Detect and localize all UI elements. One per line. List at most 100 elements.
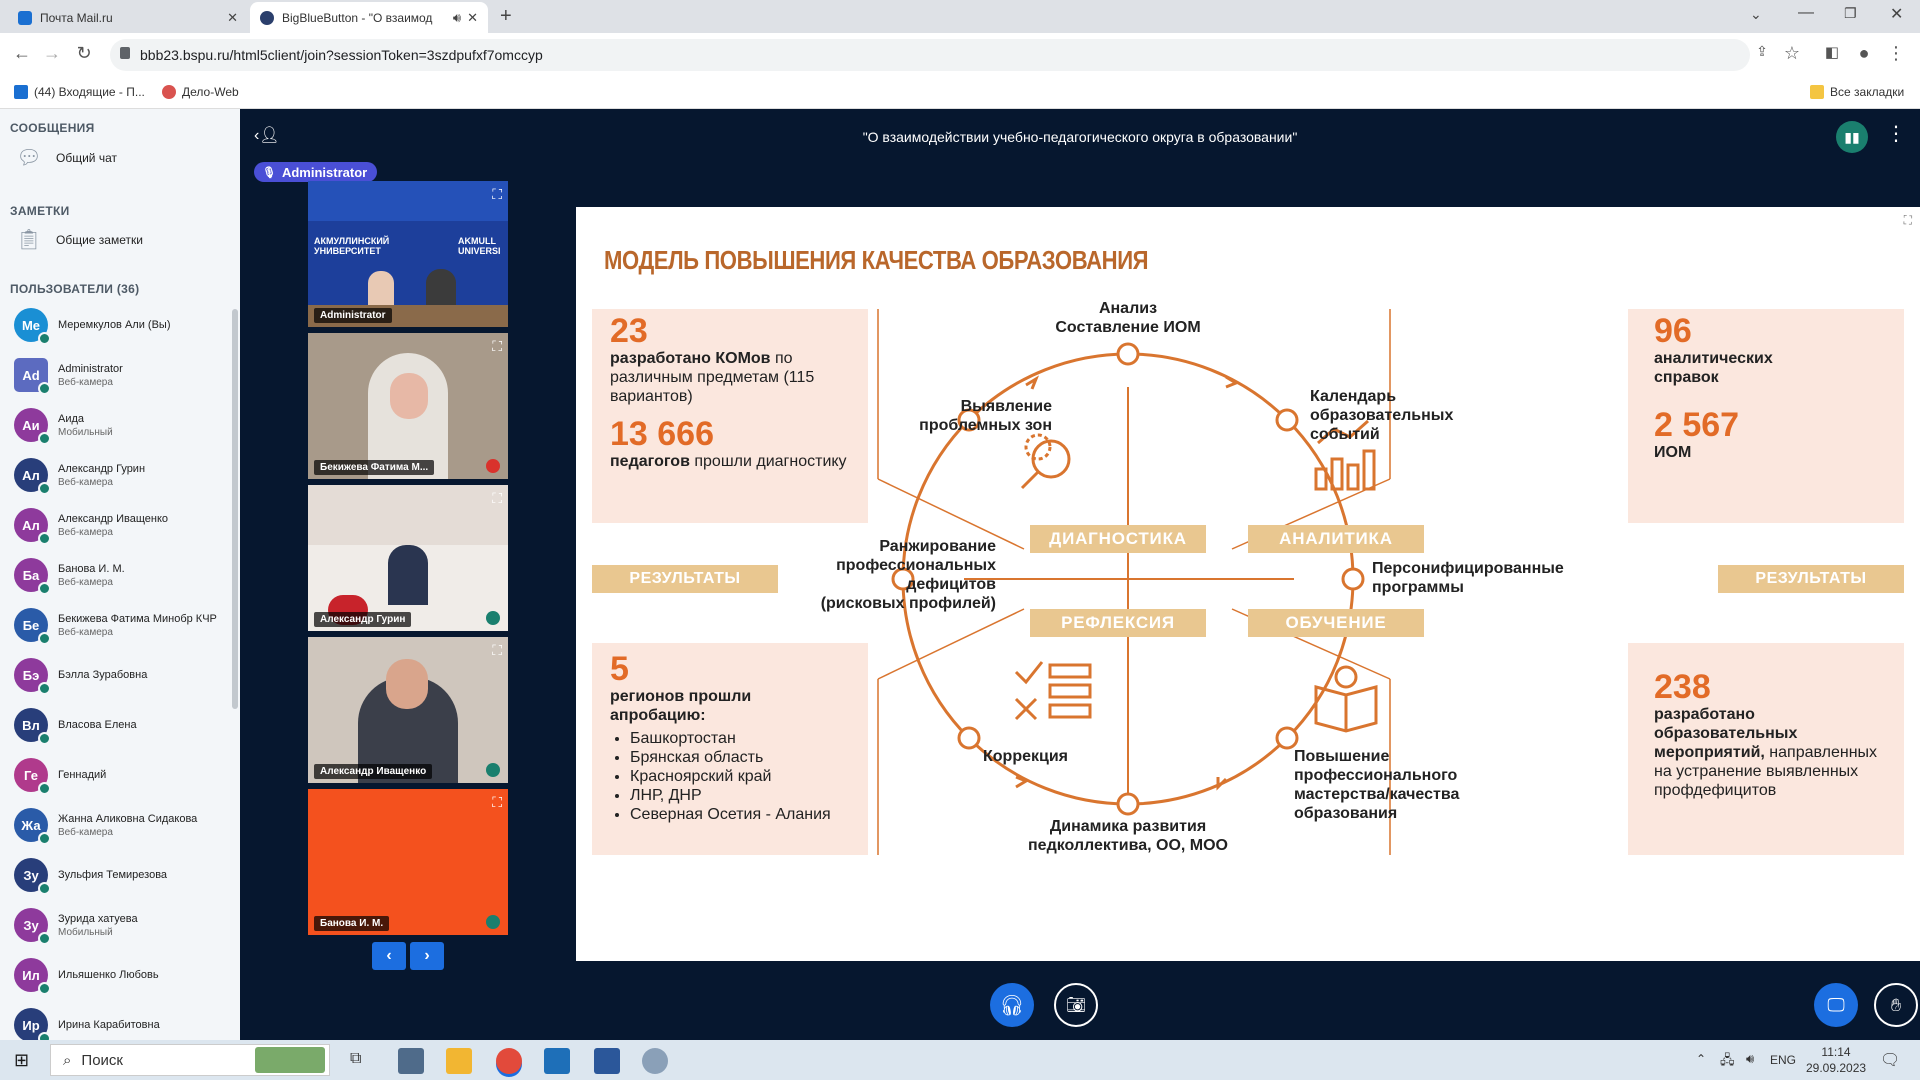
panel-right-bottom: 238 разработано образовательных мероприя… — [1628, 643, 1904, 855]
user-list-item[interactable]: Ал Александр Иващенко Веб-камера — [14, 503, 229, 547]
new-tab-button[interactable]: + — [500, 5, 512, 28]
language-indicator[interactable]: ENG — [1770, 1053, 1796, 1067]
window-close-icon[interactable]: ✕ — [1890, 4, 1903, 24]
network-icon[interactable]: 🖧 — [1720, 1051, 1735, 1073]
user-list-item[interactable]: Ил Ильяшенко Любовь — [14, 953, 229, 997]
outlook-icon[interactable] — [544, 1048, 570, 1074]
bookmark-delo-web[interactable]: Дело-Web — [162, 85, 239, 99]
user-list-item[interactable]: Бе Бекижева Фатима Минобр КЧР Веб-камера — [14, 603, 229, 647]
sidebar-scrollbar[interactable] — [232, 309, 238, 709]
raise-hand-button[interactable]: ✋︎ — [1874, 983, 1918, 1027]
user-list-item[interactable]: Бэ Бэлла Зурабовна — [14, 653, 229, 697]
share-icon[interactable]: ⇪ — [1750, 43, 1774, 60]
user-list-item[interactable]: Ad Administrator Веб-камера — [14, 353, 229, 397]
panel-right-top: 96 аналитических справок 2 567 ИОМ — [1628, 309, 1904, 523]
tab-bigbluebutton[interactable]: BigBlueButton - "О взаимод 🔊︎ ✕ — [250, 2, 488, 33]
prev-page-button[interactable]: ‹ — [372, 942, 406, 970]
person-figure — [388, 545, 428, 605]
user-list-item[interactable]: Ге Геннадий — [14, 753, 229, 797]
close-icon[interactable]: ✕ — [467, 10, 478, 26]
paint-icon[interactable] — [642, 1048, 668, 1074]
checklist-line-icon — [1048, 683, 1092, 699]
connection-status-icon[interactable]: ▮▮ — [1836, 121, 1868, 153]
video-label[interactable]: Банова И. М. — [314, 916, 390, 931]
word-icon[interactable] — [594, 1048, 620, 1074]
forward-icon[interactable]: → — [40, 43, 64, 64]
chrome-icon[interactable] — [496, 1048, 522, 1074]
notification-icon[interactable]: 🗨︎ — [1880, 1050, 1900, 1070]
taskbar-search[interactable]: ⌕ Поиск — [50, 1044, 330, 1076]
video-tile-gurin[interactable]: ⛶ Александр Гурин — [308, 485, 508, 631]
region-item: Башкортостан — [630, 729, 850, 748]
audio-button[interactable]: 🎧︎ — [990, 983, 1034, 1027]
windows-start-icon[interactable]: ⊞ — [14, 1050, 29, 1071]
user-list-item[interactable]: Зу Зульфия Темирезова — [14, 853, 229, 897]
options-menu-icon[interactable]: ⋮ — [1886, 121, 1906, 146]
expand-icon[interactable]: ⛶ — [492, 186, 502, 203]
chevron-down-icon[interactable]: ⌄ — [1750, 6, 1762, 23]
profile-icon[interactable]: ● — [1852, 43, 1876, 64]
user-name: Ильяшенко Любовь — [58, 969, 159, 981]
user-list-item[interactable]: Аи Аида Мобильный — [14, 403, 229, 447]
expand-icon[interactable]: ⛶ — [492, 794, 502, 811]
sidepanel-icon[interactable]: ◧ — [1820, 43, 1844, 61]
speaker-icon[interactable]: 🔊︎ — [453, 10, 461, 26]
user-name: Аида — [58, 412, 85, 425]
video-tile-administrator[interactable]: АКМУЛЛИНСКИЙ УНИВЕРСИТЕТ AKMULL UNIVERSI… — [308, 181, 508, 327]
expand-icon[interactable]: ⛶ — [492, 338, 502, 355]
user-list-item[interactable]: Вл Власова Елена — [14, 703, 229, 747]
status-indicator-icon — [38, 882, 51, 895]
user-list-item[interactable]: Ир Ирина Карабитовна — [14, 1003, 229, 1040]
status-indicator-icon — [38, 582, 51, 595]
close-icon[interactable]: ✕ — [227, 10, 238, 26]
search-highlight-image — [255, 1047, 325, 1073]
bar-icon — [1330, 457, 1344, 491]
star-icon[interactable]: ☆ — [1780, 43, 1804, 64]
all-bookmarks[interactable]: Все закладки — [1810, 85, 1904, 99]
video-label[interactable]: Александр Иващенко — [314, 764, 433, 779]
restore-icon[interactable]: ❐ — [1844, 5, 1857, 22]
video-tile-ivashchenko[interactable]: ⛶ Александр Иващенко — [308, 637, 508, 783]
stat-events-text: разработано образовательных мероприятий,… — [1654, 705, 1878, 800]
back-icon[interactable]: ← — [10, 43, 34, 64]
avatar: Бе — [14, 608, 51, 645]
cycle-label-top: Анализ Составление ИОМ — [1055, 300, 1201, 336]
menu-dots-icon[interactable]: ⋮ — [1884, 43, 1908, 64]
user-list-item[interactable]: Зу Зурида хатуева Мобильный — [14, 903, 229, 947]
cycle-node — [1116, 342, 1140, 366]
presentation-toggle-button[interactable]: 🖵 — [1814, 983, 1858, 1027]
user-list-item[interactable]: Жа Жанна Аликовна Сидакова Веб-камера — [14, 803, 229, 847]
shared-notes-label: Общие заметки — [56, 232, 143, 247]
camera-off-button[interactable]: 📷︎ — [1054, 983, 1098, 1027]
clock[interactable]: 11:14 29.09.2023 — [1806, 1044, 1866, 1076]
video-label[interactable]: Александр Гурин — [314, 612, 412, 627]
bbb-icon — [260, 10, 274, 25]
volume-icon[interactable]: 🔊︎ — [1746, 1051, 1754, 1067]
clock-date: 29.09.2023 — [1806, 1061, 1867, 1075]
file-explorer-icon[interactable] — [446, 1048, 472, 1074]
shared-notes-item[interactable]: 📋︎ Общие заметки — [14, 227, 143, 252]
user-list-item[interactable]: Ме Меремкулов Али (Вы) — [14, 303, 229, 347]
clock-time: 11:14 — [1821, 1045, 1851, 1059]
expand-icon[interactable]: ⛶ — [492, 490, 502, 507]
url-field[interactable]: bbb23.bspu.ru/html5client/join?sessionTo… — [110, 39, 1750, 71]
regions-list: Башкортостан Брянская область Красноярск… — [610, 729, 850, 824]
video-tile-banova[interactable]: ⛶ Банова И. М. — [308, 789, 508, 935]
video-tile-bekizheva[interactable]: ⛶ Бекижева Фатима М... — [308, 333, 508, 479]
user-list-item[interactable]: Ал Александр Гурин Веб-камера — [14, 453, 229, 497]
calculator-icon[interactable] — [398, 1048, 424, 1074]
minimize-icon[interactable]: — — [1798, 4, 1814, 22]
reload-icon[interactable]: ↻ — [72, 43, 96, 64]
tab-mail[interactable]: Почта Mail.ru ✕ — [8, 2, 248, 33]
bookmark-inbox[interactable]: (44) Входящие - П... — [14, 85, 145, 99]
user-name: Меремкулов Али (Вы) — [58, 319, 171, 331]
next-page-button[interactable]: › — [410, 942, 444, 970]
checklist-line-icon — [1048, 663, 1092, 679]
video-label[interactable]: Administrator — [314, 308, 392, 323]
video-label[interactable]: Бекижева Фатима М... — [314, 460, 435, 475]
tray-chevron-icon[interactable]: ⌃ — [1696, 1052, 1706, 1066]
user-list-item[interactable]: Ба Банова И. М. Веб-камера — [14, 553, 229, 597]
task-view-icon[interactable]: ⧉ — [350, 1050, 361, 1068]
public-chat-item[interactable]: 💬︎ Общий чат — [14, 145, 117, 170]
expand-icon[interactable]: ⛶ — [492, 642, 502, 659]
